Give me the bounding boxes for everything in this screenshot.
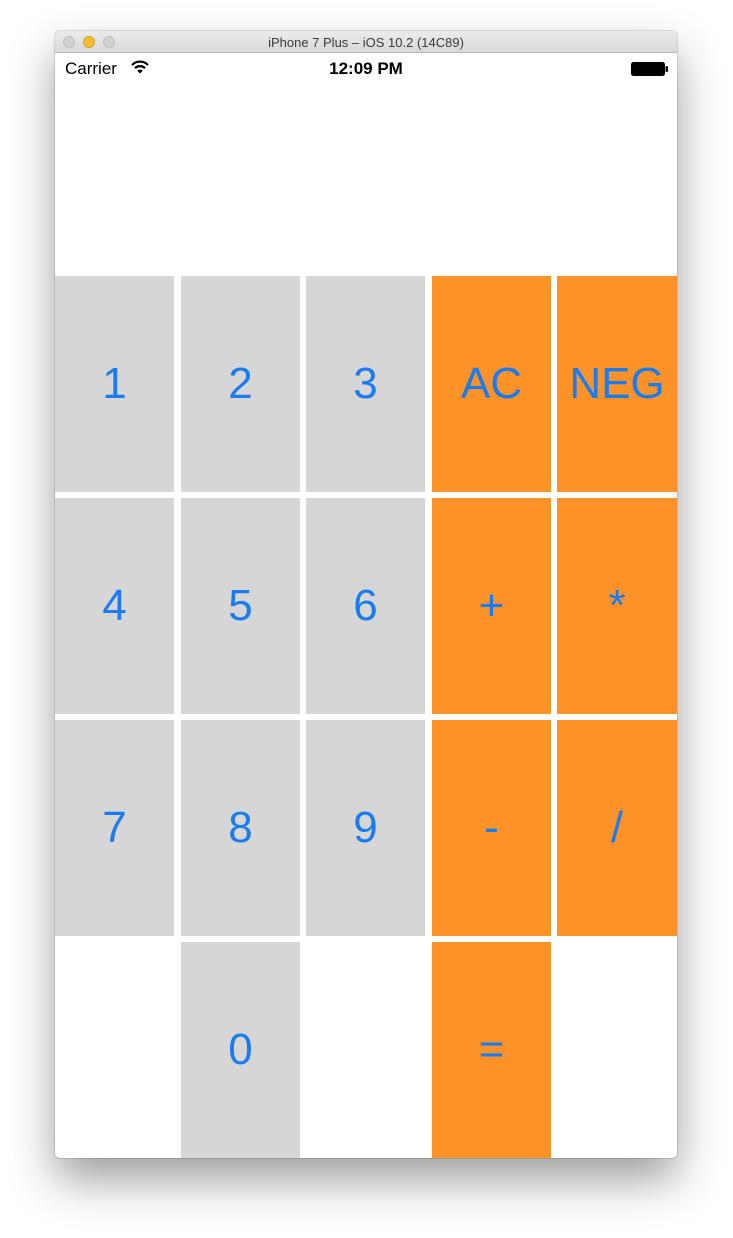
equals-button[interactable]: = (432, 942, 551, 1158)
digit-6-button[interactable]: 6 (306, 498, 425, 714)
digit-4-button[interactable]: 4 (55, 498, 174, 714)
digit-5-button[interactable]: 5 (181, 498, 300, 714)
subtract-button[interactable]: - (432, 720, 551, 936)
status-bar: Carrier 12:09 PM (55, 53, 677, 87)
digit-0-button[interactable]: 0 (181, 942, 300, 1158)
multiply-button[interactable]: * (557, 498, 677, 714)
simulator-window: iPhone 7 Plus – iOS 10.2 (14C89) Carrier… (55, 31, 677, 1158)
digit-3-button[interactable]: 3 (306, 276, 425, 492)
divide-button[interactable]: / (557, 720, 677, 936)
window-title: iPhone 7 Plus – iOS 10.2 (14C89) (268, 35, 464, 50)
all-clear-button[interactable]: AC (432, 276, 551, 492)
digit-9-button[interactable]: 9 (306, 720, 425, 936)
device-screen: Carrier 12:09 PM 1 2 3 AC NEG 4 5 6 + * … (55, 53, 677, 1158)
digit-7-button[interactable]: 7 (55, 720, 174, 936)
negate-button[interactable]: NEG (557, 276, 677, 492)
digit-8-button[interactable]: 8 (181, 720, 300, 936)
add-button[interactable]: + (432, 498, 551, 714)
battery-icon (631, 62, 668, 76)
calculator-display (55, 87, 677, 275)
status-time: 12:09 PM (329, 59, 403, 78)
window-titlebar: iPhone 7 Plus – iOS 10.2 (14C89) (55, 31, 677, 53)
digit-1-button[interactable]: 1 (55, 276, 174, 492)
digit-2-button[interactable]: 2 (181, 276, 300, 492)
